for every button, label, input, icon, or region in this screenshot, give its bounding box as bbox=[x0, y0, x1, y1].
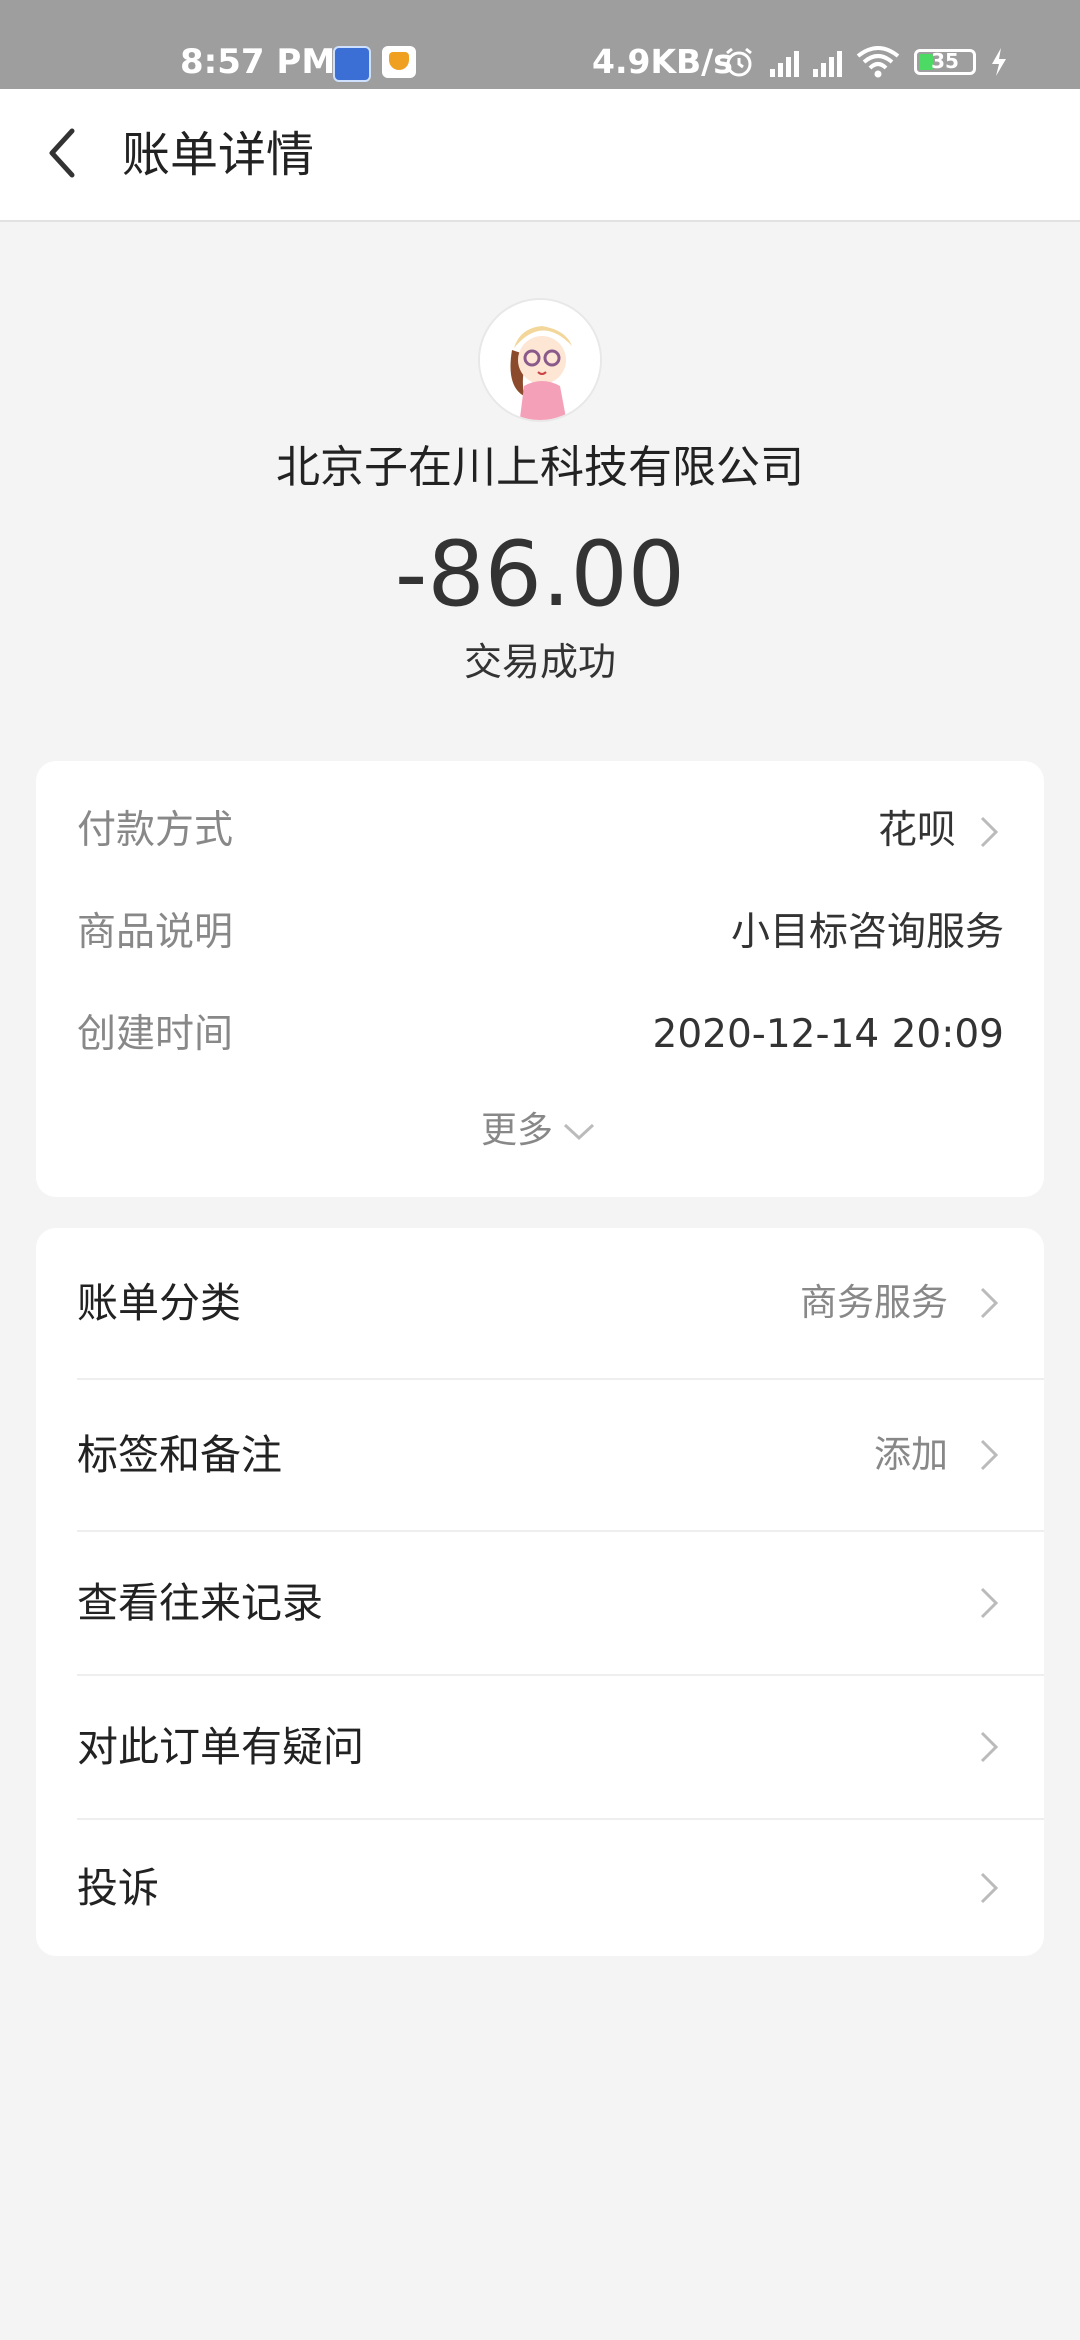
merchant-avatar bbox=[478, 298, 602, 422]
signal-icon bbox=[813, 47, 842, 77]
chevron-right-icon bbox=[980, 1287, 999, 1319]
chevron-down-icon bbox=[563, 1123, 595, 1141]
chevron-right-icon bbox=[980, 816, 999, 848]
alarm-icon bbox=[726, 47, 752, 77]
action-label: 账单分类 bbox=[77, 1279, 241, 1327]
detail-label: 商品说明 bbox=[77, 910, 234, 955]
more-button[interactable]: 更多 bbox=[36, 1101, 1044, 1161]
detail-label: 创建时间 bbox=[77, 1012, 234, 1057]
battery-level: 35 bbox=[931, 49, 959, 73]
page-title: 账单详情 bbox=[122, 127, 315, 183]
signal-icon bbox=[770, 47, 799, 77]
chevron-right-icon bbox=[980, 1439, 999, 1471]
order-question-row[interactable]: 对此订单有疑问 bbox=[36, 1676, 1044, 1818]
battery-icon: 35 bbox=[914, 49, 976, 75]
status-time: 8:57 PM bbox=[180, 42, 336, 82]
transaction-amount: -86.00 bbox=[394, 522, 686, 627]
action-value: 添加 bbox=[874, 1433, 948, 1476]
view-records-row[interactable]: 查看往来记录 bbox=[36, 1532, 1044, 1674]
notification-app-icon bbox=[382, 46, 416, 78]
back-chevron-icon[interactable] bbox=[40, 123, 88, 183]
transaction-details-card: 付款方式 花呗 商品说明 小目标咨询服务 创建时间 2020-12-14 20:… bbox=[36, 761, 1044, 1197]
notification-app-icon bbox=[333, 46, 371, 82]
action-label: 对此订单有疑问 bbox=[77, 1723, 364, 1771]
charging-icon bbox=[992, 48, 1006, 76]
bill-category-row[interactable]: 账单分类 商务服务 bbox=[36, 1228, 1044, 1378]
more-label: 更多 bbox=[480, 1110, 553, 1151]
tags-notes-row[interactable]: 标签和备注 添加 bbox=[36, 1380, 1044, 1530]
action-value: 商务服务 bbox=[800, 1281, 948, 1324]
created-time-row: 创建时间 2020-12-14 20:09 bbox=[36, 1000, 1044, 1070]
detail-label: 付款方式 bbox=[77, 808, 234, 853]
product-description-row: 商品说明 小目标咨询服务 bbox=[36, 898, 1044, 968]
chevron-right-icon bbox=[980, 1731, 999, 1763]
network-speed: 4.9KB/s bbox=[592, 42, 733, 81]
detail-value: 2020-12-14 20:09 bbox=[652, 1012, 1004, 1057]
action-label: 标签和备注 bbox=[77, 1431, 282, 1479]
wifi-icon bbox=[856, 46, 900, 78]
detail-value: 花呗 bbox=[877, 808, 956, 853]
action-label: 投诉 bbox=[77, 1864, 159, 1912]
action-label: 查看往来记录 bbox=[77, 1579, 323, 1627]
chevron-right-icon bbox=[980, 1872, 999, 1904]
status-bar: 8:57 PM 4.9KB/s 35 bbox=[0, 0, 1080, 89]
app-header: 账单详情 bbox=[0, 89, 1080, 222]
bill-actions-card: 账单分类 商务服务 标签和备注 添加 查看往来记录 对此订单有疑问 投诉 bbox=[36, 1228, 1044, 1956]
transaction-status: 交易成功 bbox=[463, 640, 616, 684]
chevron-right-icon bbox=[980, 1587, 999, 1619]
merchant-name: 北京子在川上科技有限公司 bbox=[276, 442, 804, 493]
complaint-row[interactable]: 投诉 bbox=[36, 1820, 1044, 1956]
detail-value: 小目标咨询服务 bbox=[730, 910, 1004, 955]
payment-method-row[interactable]: 付款方式 花呗 bbox=[36, 796, 1044, 866]
